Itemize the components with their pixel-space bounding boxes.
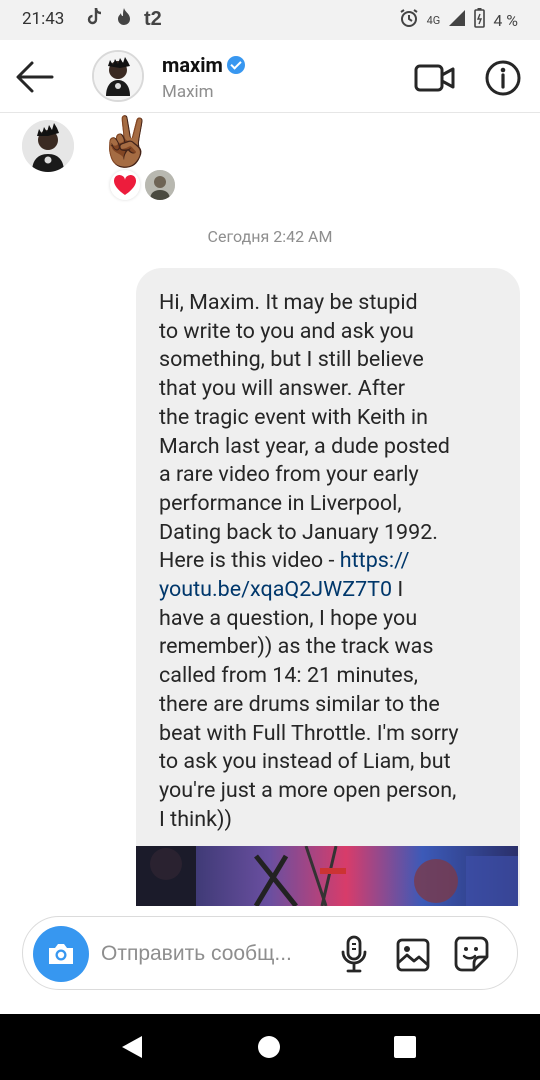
info-icon	[485, 60, 521, 96]
message-line: something, but I still believe	[159, 347, 424, 373]
nav-back-button[interactable]	[120, 1034, 144, 1064]
message-line: Here is this video - https://	[159, 548, 410, 574]
username: maxim	[162, 53, 245, 77]
message-line: March last year, a dude posted	[159, 433, 450, 459]
message-line: performance in Liverpool,	[159, 490, 402, 516]
message-line: I think))	[159, 806, 233, 832]
voice-message-button[interactable]	[339, 935, 369, 973]
message-line: Dating back to January 1992.	[159, 519, 438, 545]
sticker-button[interactable]	[453, 935, 491, 973]
message-line: called from 14: 21 minutes,	[159, 663, 419, 689]
message-line: the tragic event with Keith in	[159, 404, 429, 430]
message-line: that you will answer. After	[159, 376, 406, 402]
message-thread[interactable]: ✌🏾 Сегодня 2:42 AM Hi, Maxim. It may be …	[0, 114, 540, 906]
heart-icon	[113, 174, 137, 195]
message-line: youtu.be/xqaQ2JWZ7T0 I	[159, 577, 404, 603]
alarm-icon	[399, 8, 419, 32]
microphone-icon	[341, 935, 367, 973]
display-name: Maxim	[162, 82, 214, 102]
message-bubble[interactable]: Hi, Maxim. It may be stupid to write to …	[136, 268, 520, 906]
nav-home-button[interactable]	[258, 1036, 280, 1058]
system-nav-bar	[0, 1014, 540, 1080]
profile-photo	[94, 52, 142, 100]
back-arrow-icon	[16, 61, 54, 93]
video-camera-icon	[414, 64, 455, 92]
video-call-button[interactable]	[414, 62, 456, 94]
youtube-link[interactable]: youtu.be/xqaQ2JWZ7T0	[159, 577, 392, 602]
sender-avatar[interactable]	[22, 120, 74, 172]
profile-photo	[22, 120, 74, 172]
network-label: 4G	[426, 13, 441, 27]
message-line: you're just a more open person,	[159, 777, 457, 803]
message-line: have a question, I hope you	[159, 605, 418, 631]
video-frame-image	[136, 846, 518, 906]
camera-button[interactable]	[33, 926, 89, 982]
info-button[interactable]	[484, 59, 522, 97]
t2-logo: t2	[144, 8, 162, 30]
profile-photo	[145, 170, 175, 200]
avatar[interactable]	[92, 50, 144, 102]
nav-recents-button[interactable]	[394, 1036, 416, 1058]
chat-header: maxim Maxim	[0, 40, 540, 113]
image-icon	[396, 938, 430, 972]
message-line: to ask you instead of Liam, but	[159, 749, 451, 775]
gallery-button[interactable]	[395, 937, 431, 973]
youtube-link[interactable]: https://	[340, 548, 410, 573]
message-composer	[22, 916, 518, 990]
peace-emoji-message[interactable]: ✌🏾	[96, 114, 156, 170]
video-preview-thumbnail[interactable]	[136, 846, 518, 906]
sticker-icon	[454, 936, 489, 972]
reactor-avatar[interactable]	[145, 170, 175, 200]
message-line: remember)) as the track was	[159, 634, 434, 660]
message-line: there are drums similar to the	[159, 691, 440, 717]
status-right-icons: 4G 4 %	[399, 8, 518, 32]
message-line: a rare video from your early	[159, 462, 419, 488]
battery-icon	[474, 8, 486, 32]
signal-icon	[448, 9, 466, 31]
message-line: to write to you and ask you	[159, 318, 414, 344]
flame-icon	[116, 7, 132, 32]
status-time: 21:43	[22, 9, 65, 29]
message-timestamp: Сегодня 2:42 AM	[207, 227, 333, 246]
status-left-icons: t2	[86, 7, 162, 32]
camera-icon	[49, 944, 73, 964]
status-bar: 21:43 t2 4G 4 %	[0, 0, 540, 40]
verified-badge-icon	[226, 56, 245, 74]
triangle-back-icon	[122, 1036, 142, 1058]
tiktok-icon	[86, 7, 104, 32]
message-line: Hi, Maxim. It may be stupid	[159, 290, 418, 315]
battery-level: 4 %	[493, 10, 518, 30]
message-line: beat with Full Throttle. I'm sorry	[159, 720, 459, 746]
message-input[interactable]	[101, 939, 331, 969]
back-button[interactable]	[14, 58, 56, 96]
heart-reaction[interactable]	[110, 170, 140, 200]
